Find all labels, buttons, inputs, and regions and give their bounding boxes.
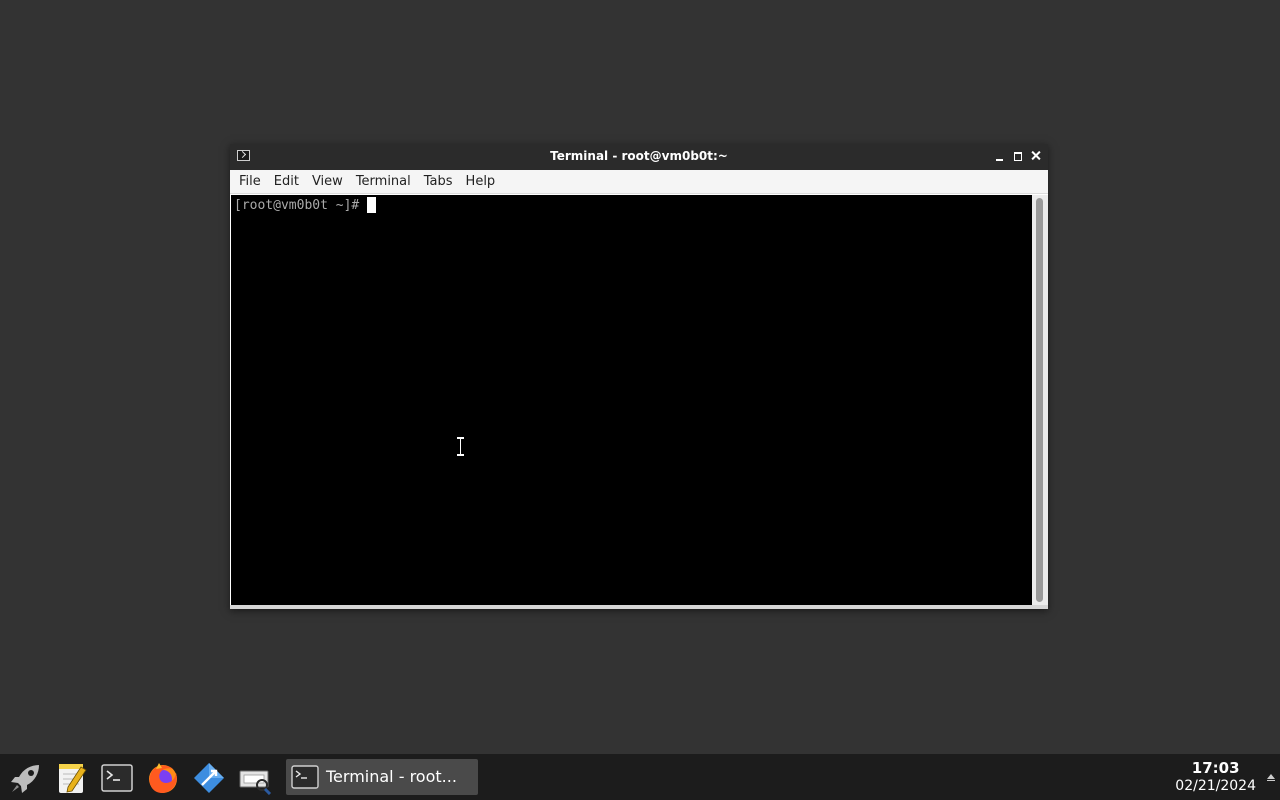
firefox-icon[interactable] <box>146 761 180 795</box>
menu-terminal[interactable]: Terminal <box>350 172 417 191</box>
task-label: Terminal - root... <box>326 767 457 786</box>
minimize-button[interactable] <box>993 149 1007 163</box>
files-icon[interactable] <box>192 761 226 795</box>
clock[interactable]: 17:03 02/21/2024 <box>1175 759 1256 795</box>
screenshot-icon[interactable] <box>238 761 272 795</box>
rocket-icon[interactable] <box>9 761 43 795</box>
clock-time: 17:03 <box>1191 759 1240 777</box>
terminal-scrollbar[interactable] <box>1032 195 1048 605</box>
window-bottom-border <box>230 605 1048 609</box>
eject-icon[interactable] <box>1266 774 1276 784</box>
terminal-output[interactable]: [root@vm0b0t ~]# <box>231 195 1032 605</box>
menu-file[interactable]: File <box>233 172 267 191</box>
text-cursor <box>367 197 377 213</box>
text-editor-icon[interactable] <box>55 761 89 795</box>
terminal-icon[interactable] <box>100 761 134 795</box>
terminal-window[interactable]: Terminal - root@vm0b0t:~ File Edit View … <box>230 144 1048 609</box>
menu-help[interactable]: Help <box>460 172 502 191</box>
shell-prompt: [root@vm0b0t ~]# <box>234 197 368 213</box>
task-terminal-button[interactable]: Terminal - root... <box>286 759 478 795</box>
taskbar: Terminal - root... 17:03 02/21/2024 <box>0 754 1280 800</box>
mouse-ibeam-cursor <box>456 437 465 456</box>
clock-date: 02/21/2024 <box>1175 778 1256 794</box>
maximize-button[interactable] <box>1011 149 1025 163</box>
window-titlebar[interactable]: Terminal - root@vm0b0t:~ <box>230 144 1048 170</box>
menu-view[interactable]: View <box>306 172 349 191</box>
menubar: File Edit View Terminal Tabs Help <box>230 170 1048 194</box>
window-title: Terminal - root@vm0b0t:~ <box>550 149 728 163</box>
terminal-icon <box>291 763 319 791</box>
scrollbar-thumb[interactable] <box>1036 198 1043 602</box>
prompt-line: [root@vm0b0t ~]# <box>234 197 377 213</box>
menu-tabs[interactable]: Tabs <box>418 172 459 191</box>
menu-edit[interactable]: Edit <box>268 172 305 191</box>
close-button[interactable] <box>1029 149 1043 163</box>
